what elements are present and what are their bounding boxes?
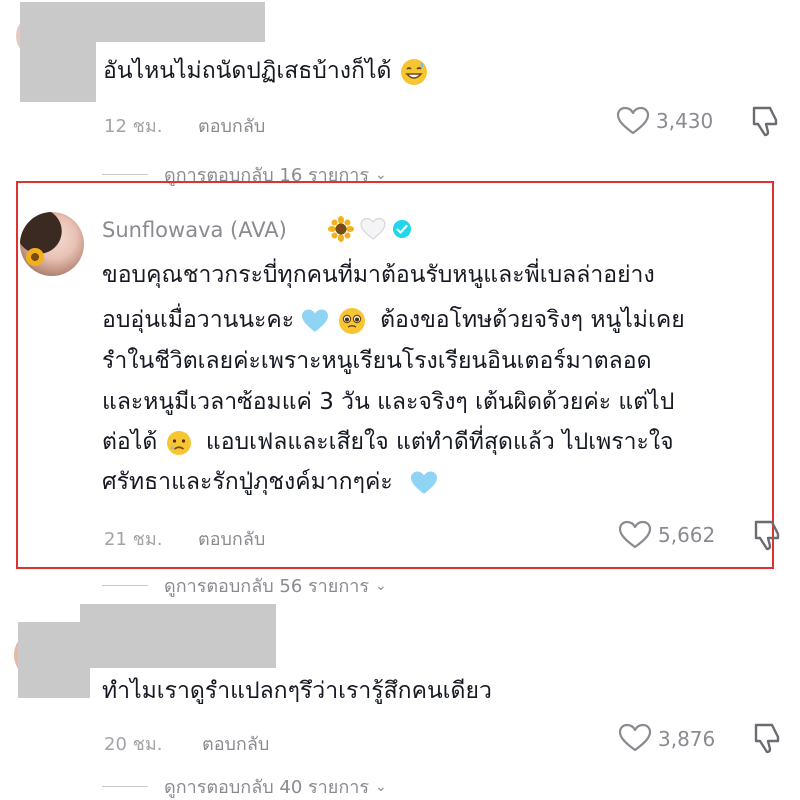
light-blue-heart-emoji xyxy=(302,309,329,332)
divider-line xyxy=(102,786,148,787)
white-heart-emoji xyxy=(360,217,386,240)
comment-timestamp: 21 ชม. xyxy=(104,529,163,550)
comment-text: อันไหนไม่ถนัดปฏิเสธบ้างก็ได้ xyxy=(103,52,429,90)
like-count: 3,876 xyxy=(658,727,716,751)
view-replies-label: ดูการตอบกลับ 56 รายการ xyxy=(164,576,369,597)
username[interactable]: Sunflowava (AVA) xyxy=(102,218,287,242)
like-count: 5,662 xyxy=(658,523,716,547)
verified-badge-icon xyxy=(393,220,411,238)
heart-icon[interactable] xyxy=(618,723,652,753)
dislike-icon[interactable] xyxy=(750,518,784,552)
reply-button[interactable]: ตอบกลับ xyxy=(198,524,265,553)
divider-line xyxy=(102,174,148,175)
chevron-down-icon: ⌄ xyxy=(375,778,387,795)
dislike-icon[interactable] xyxy=(748,104,782,138)
view-replies-button[interactable]: ดูการตอบกลับ 40 รายการ ⌄ xyxy=(102,772,387,800)
view-replies-label: ดูการตอบกลับ 40 รายการ xyxy=(164,777,369,798)
comment-line-5: ต่อได้ แอบเฟลและเสียใจ แต่ทำดีที่สุดแล้ว… xyxy=(102,429,674,455)
view-replies-button[interactable]: ดูการตอบกลับ 56 รายการ ⌄ xyxy=(102,571,387,600)
comment-line-6: ศรัทธาและรักปู่ภุชงค์มากๆค่ะ xyxy=(102,463,438,501)
like-count: 3,430 xyxy=(656,109,714,133)
comments-screen: อันไหนไม่ถนัดปฏิเสธบ้างก็ได้ 12 ชม. ตอบก… xyxy=(0,0,800,800)
pleading-face-emoji xyxy=(338,307,365,334)
user-badges xyxy=(328,216,412,242)
chevron-down-icon: ⌄ xyxy=(375,577,387,594)
comment-line-1: ขอบคุณชาวกระบี่ทุกคนที่มาต้อนรับหนูและพี… xyxy=(102,262,655,288)
reply-button[interactable]: ตอบกลับ xyxy=(202,729,269,758)
divider-line xyxy=(102,585,148,586)
sad-tear-emoji xyxy=(166,430,191,455)
reply-button[interactable]: ตอบกลับ xyxy=(198,111,265,140)
heart-icon[interactable] xyxy=(616,106,650,136)
heart-icon[interactable] xyxy=(618,520,652,550)
redacted-username xyxy=(20,2,265,42)
comment-line-2: อบอุ่นเมื่อวานนะคะ ต้องขอโทษด้วยจริงๆ หน… xyxy=(102,301,685,339)
comment-line-3: รำในชีวิตเลยค่ะเพราะหนูเรียนโรงเรียนอินเ… xyxy=(102,348,652,374)
light-blue-heart-emoji xyxy=(411,471,438,494)
redacted-username xyxy=(80,604,276,668)
sunflower-emoji xyxy=(328,216,354,242)
sweat-smile-emoji xyxy=(400,58,427,85)
comment-text: ทำไมเราดูรำแปลกๆรึว่าเรารู้สึกคนเดียว xyxy=(102,678,492,704)
dislike-icon[interactable] xyxy=(750,721,784,755)
avatar[interactable] xyxy=(20,212,84,276)
comment-line-4: และหนูมีเวลาซ้อมแค่ 3 วัน และจริงๆ เต้นผ… xyxy=(102,389,675,415)
comment-timestamp: 12 ชม. xyxy=(104,116,163,137)
redacted-avatar xyxy=(18,622,90,698)
redacted-avatar xyxy=(20,40,96,102)
comment-timestamp: 20 ชม. xyxy=(104,734,163,755)
